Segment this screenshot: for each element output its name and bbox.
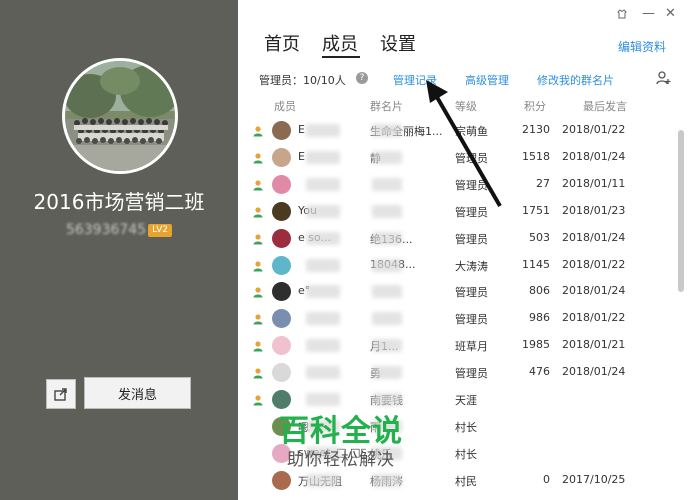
watermark-subtitle: 助你轻松解决 [287,450,395,470]
watermark-title: 百科全说 [279,414,403,449]
